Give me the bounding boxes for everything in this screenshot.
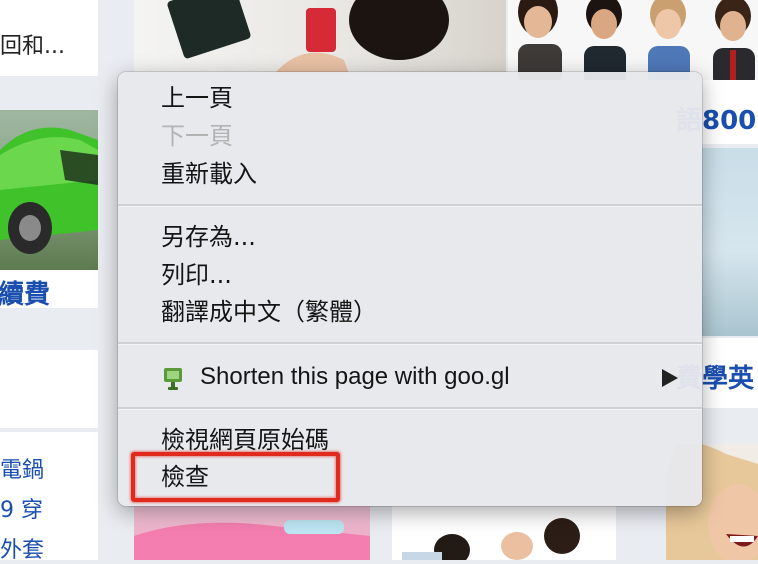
menu-separator-2 (118, 342, 702, 345)
left-link-1[interactable]: 電鍋 (0, 452, 44, 484)
menu-item-shorten-label: Shorten this page with goo.gl (200, 363, 510, 390)
pink-car-image (134, 506, 370, 560)
menu-item-print[interactable]: 列印... (118, 257, 702, 293)
menu-item-save-as[interactable]: 另存為... (118, 219, 702, 255)
left-link-2[interactable]: 9 穿 (0, 492, 43, 524)
menu-separator-3 (118, 407, 702, 410)
left-mid-card (0, 350, 98, 428)
menu-item-view-source-label: 檢視網頁原始碼 (161, 426, 329, 454)
goo-gl-extension-icon (164, 368, 182, 390)
group-photo-image (392, 506, 616, 560)
submenu-arrow-icon (662, 369, 678, 387)
menu-item-reload[interactable]: 重新載入 (118, 156, 702, 192)
menu-item-reload-label: 重新載入 (161, 160, 257, 188)
menu-item-translate[interactable]: 翻譯成中文（繁體） (118, 294, 702, 330)
menu-item-translate-label: 翻譯成中文（繁體） (161, 298, 377, 326)
right-photo-1 (702, 148, 758, 336)
menu-item-print-label: 列印... (161, 261, 232, 289)
top-left-card[interactable]: 回和... (0, 0, 98, 76)
menu-item-view-source[interactable]: 檢視網頁原始碼 (118, 422, 702, 458)
business-people-image (508, 0, 758, 80)
menu-item-inspect[interactable]: 檢查 (118, 459, 702, 495)
left-link-3[interactable]: 外套 (0, 532, 44, 564)
right-card-2[interactable]: 費學英 (676, 338, 758, 408)
menu-item-save-as-label: 另存為... (161, 223, 256, 251)
menu-item-back-label: 上一頁 (161, 84, 233, 112)
menu-item-forward-label: 下一頁 (161, 122, 233, 150)
car-card[interactable]: 續費 (0, 110, 98, 311)
green-car-image (0, 110, 98, 270)
car-caption-link[interactable]: 續費 (0, 274, 50, 311)
menu-item-back[interactable]: 上一頁 (118, 80, 702, 116)
menu-separator-1 (118, 204, 702, 207)
tablet-person-image (134, 0, 506, 74)
left-links-card: 電鍋 9 穿 外套 (0, 432, 98, 563)
menu-item-forward: 下一頁 (118, 118, 702, 154)
context-menu: 上一頁 下一頁 重新載入 另存為... 列印... 翻譯成中文（繁體） Shor… (118, 72, 702, 506)
menu-item-inspect-label: 檢查 (161, 463, 209, 491)
right-card-1[interactable]: 語800 (676, 80, 758, 144)
top-left-snippet: 回和... (0, 34, 65, 59)
menu-item-shorten-goo-gl[interactable]: Shorten this page with goo.gl (118, 359, 702, 395)
